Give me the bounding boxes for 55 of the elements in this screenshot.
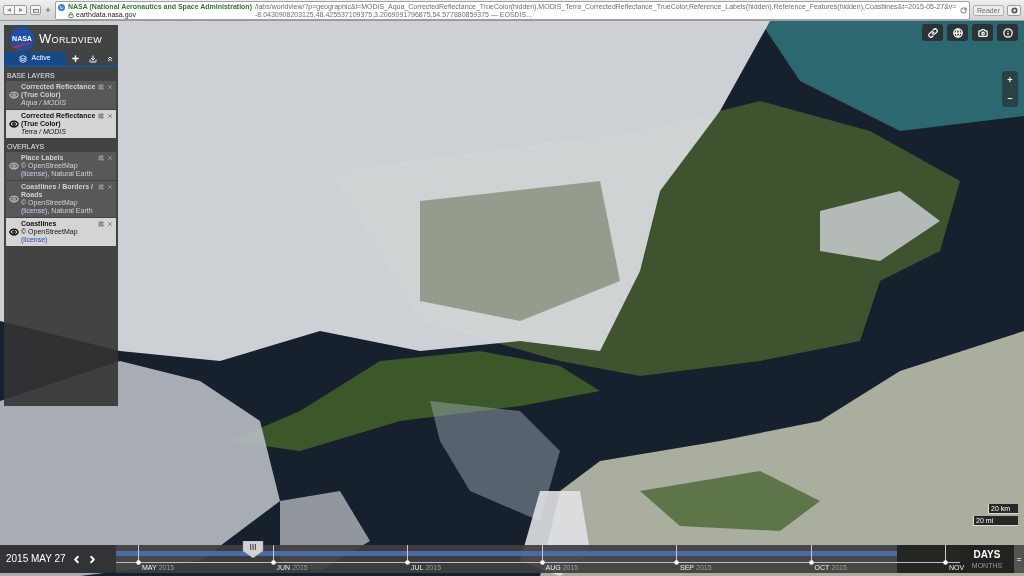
info-button[interactable] <box>997 24 1018 41</box>
collapse-button[interactable] <box>105 54 114 63</box>
nasa-logo-icon <box>9 26 35 51</box>
forward-arrow-icon <box>18 8 23 12</box>
month-marker-icon <box>943 545 948 565</box>
eye-icon[interactable] <box>8 119 19 129</box>
globe-button[interactable] <box>947 24 968 41</box>
grip-icon[interactable] <box>1017 557 1021 561</box>
month-marker-icon <box>674 545 679 565</box>
month-marker-icon <box>136 545 141 565</box>
zoom-out-button[interactable]: – <box>1002 89 1018 107</box>
share-button[interactable] <box>30 5 41 15</box>
app-title: WORLDVIEW <box>39 32 102 45</box>
plus-icon <box>45 7 51 13</box>
close-icon[interactable] <box>107 221 113 227</box>
layers-icon <box>19 54 28 63</box>
close-icon[interactable] <box>107 155 113 161</box>
close-icon[interactable] <box>107 184 113 190</box>
layer-options-icon[interactable] <box>98 184 104 190</box>
back-button[interactable] <box>3 5 15 15</box>
add-layer-button[interactable] <box>70 54 80 63</box>
layer-options-icon[interactable] <box>98 113 104 119</box>
zoom-level-option[interactable]: DAYS <box>973 549 1001 560</box>
camera-icon <box>977 27 988 38</box>
selected-date[interactable]: 2015 MAY 27 <box>6 554 66 564</box>
eye-icon[interactable] <box>8 227 19 237</box>
info-icon <box>1002 27 1013 38</box>
chevrons-up-icon <box>105 54 114 63</box>
plus-icon <box>70 54 80 63</box>
link-button[interactable] <box>922 24 943 41</box>
month-marker-icon <box>808 545 814 565</box>
forward-button[interactable] <box>15 5 27 15</box>
share-icon <box>32 7 39 13</box>
back-arrow-icon <box>7 8 11 12</box>
zoom-in-button[interactable]: + <box>1002 71 1018 89</box>
reload-icon[interactable] <box>960 7 968 14</box>
month-marker-icon <box>405 545 410 565</box>
layer-options-icon[interactable] <box>98 155 104 161</box>
timeline-handle[interactable] <box>241 541 264 558</box>
toolbar-button[interactable] <box>1007 4 1021 16</box>
globe-icon <box>952 27 963 38</box>
camera-button[interactable] <box>972 24 993 41</box>
month-marker-icon <box>539 545 545 565</box>
globe-icon <box>58 3 65 11</box>
lock-icon <box>68 11 74 18</box>
layer-options-icon[interactable] <box>98 84 104 90</box>
layer-options-icon[interactable] <box>98 221 104 227</box>
close-icon[interactable] <box>107 84 113 90</box>
link-icon <box>927 27 938 38</box>
download-icon <box>88 54 97 63</box>
close-icon[interactable] <box>107 113 113 119</box>
download-button[interactable] <box>88 54 97 63</box>
circle-icon <box>1010 6 1018 14</box>
add-button[interactable] <box>44 5 52 15</box>
month-marker-icon <box>270 545 276 565</box>
